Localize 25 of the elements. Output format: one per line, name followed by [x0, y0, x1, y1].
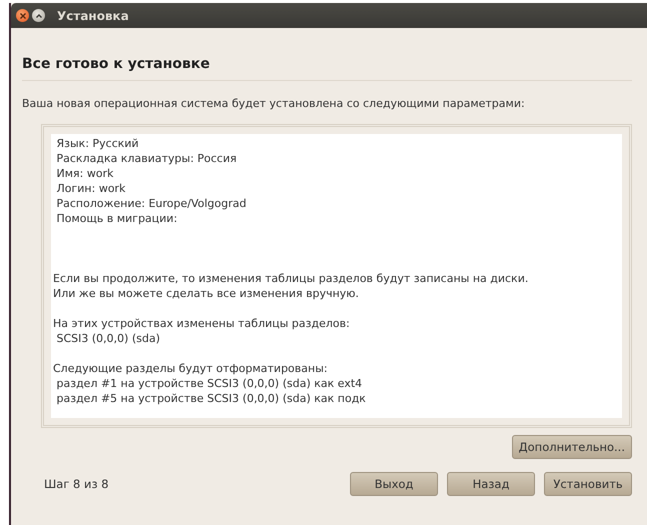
dialog-button[interactable]: Назад — [447, 472, 535, 496]
summary-line: Имя: work — [55, 166, 114, 181]
summary-line: Раскладка клавиатуры: Россия — [55, 151, 238, 166]
summary-line: Следующие разделы будут отформатированы: — [53, 361, 328, 376]
summary-line: Логин: work — [55, 181, 126, 196]
summary-line: На этих устройствах изменены таблицы разделов: — [53, 316, 351, 331]
summary-line: Помощь в миграции: — [55, 211, 178, 226]
summary-line: SCSI3 (0,0,0) (sda) — [55, 331, 161, 346]
summary-line: Расположение: Europe/Volgograd — [55, 196, 248, 211]
page-heading: Все готово к установке — [22, 56, 211, 72]
close-button[interactable] — [16, 9, 29, 22]
step-label: Шаг 8 из 8 — [44, 477, 109, 491]
summary-line: Если вы продолжите, то изменения таблицы разделов будут записаны на диски. — [53, 271, 530, 286]
summary-line: Или же вы можете сделать все изменения вручную. — [53, 286, 360, 301]
advanced-button[interactable]: Дополнительно... — [512, 435, 632, 459]
summary-line: раздел #1 на устройстве SCSI3 (0,0,0) (sda) как ext4 — [55, 376, 364, 391]
summary-line: Язык: Русский — [55, 136, 140, 151]
caret-icon — [34, 12, 42, 20]
dialog-button[interactable]: Выход — [350, 472, 438, 496]
dialog-button[interactable]: Установить — [544, 472, 632, 496]
summary-line: раздел #5 на устройстве SCSI3 (0,0,0) (sda) как подк — [55, 391, 367, 406]
minimize-button[interactable] — [32, 9, 45, 22]
window-title: Установка — [57, 8, 129, 22]
close-icon — [18, 12, 26, 20]
intro-text: Ваша новая операционная система будет установлена со следующими параметрами: — [22, 97, 526, 110]
